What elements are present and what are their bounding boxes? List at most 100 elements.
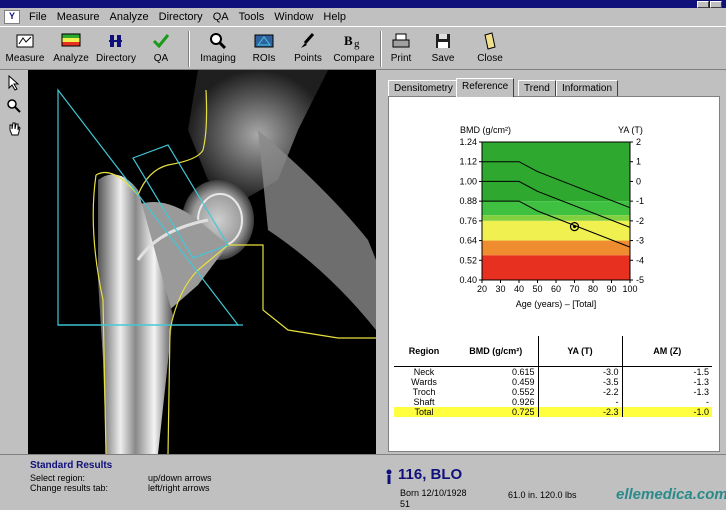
am-cell: -: [621, 397, 712, 407]
y-tick-label: 0.40: [459, 275, 477, 285]
table-row[interactable]: Neck 0.615 -3.0 -1.5: [394, 366, 712, 377]
y-right-tick-label: -3: [636, 236, 644, 246]
y-right-tick-label: -4: [636, 255, 644, 265]
x-tick-label: 50: [532, 284, 542, 294]
y-axis-label-right: YA (T): [618, 125, 643, 135]
bmd-cell: 0.459: [511, 377, 535, 387]
y-tick-label: 0.76: [459, 216, 477, 226]
reference-band: [482, 240, 630, 256]
hand-icon: [9, 122, 21, 136]
y-tick-label: 0.64: [459, 236, 477, 246]
menu-bar: Y File Measure Analyze Directory QA Tool…: [0, 8, 726, 26]
svg-text:g: g: [354, 38, 360, 50]
toolbar-separator: [188, 31, 190, 67]
floppy-disk-icon: [431, 31, 455, 51]
bmd-cell: 0.615: [511, 367, 535, 377]
app-icon[interactable]: Y: [4, 10, 20, 24]
title-bar: [0, 0, 726, 8]
tab-information[interactable]: Information: [556, 80, 619, 96]
magnifier-icon: [206, 31, 230, 51]
bmd-cell: 0.552: [511, 387, 535, 397]
am-cell: -1.5: [621, 366, 712, 377]
reference-band: [482, 220, 630, 241]
save-button[interactable]: Save: [428, 29, 458, 69]
hint-select-region-value: up/down arrows: [148, 473, 212, 483]
y-right-tick-label: -1: [636, 196, 644, 206]
reference-chart: 1.24 1.12 1.00 0.88 0.76 0.64 0.52 0.40 2 1 0 -1 -2 -…: [390, 120, 720, 320]
table-row[interactable]: Shaft 0.926 - -: [394, 397, 712, 407]
zoom-tool[interactable]: [4, 96, 24, 116]
ya-cell: -2.3: [537, 407, 622, 417]
left-toolbox: [0, 70, 29, 454]
measure-icon: [13, 31, 37, 51]
ya-cell: -3.0: [537, 366, 622, 377]
pointer-tool[interactable]: [4, 73, 24, 93]
header-ya: YA (T): [537, 336, 622, 367]
table-row-selected[interactable]: Total 0.725 -2.3 -1.0: [394, 407, 712, 417]
results-table-container: Region BMD (g/cm²) YA (T) AM (Z) Neck 0.…: [394, 336, 714, 452]
table-row[interactable]: Wards 0.459 -3.5 -1.3: [394, 377, 712, 387]
tab-reference[interactable]: Reference: [456, 78, 515, 97]
measure-button[interactable]: Measure: [4, 29, 46, 69]
print-button[interactable]: Print: [386, 29, 416, 69]
hint-select-region-key: Select region:: [30, 473, 86, 483]
menu-tools[interactable]: Tools: [234, 9, 270, 25]
hint-change-tab-value: left/right arrows: [148, 483, 210, 493]
am-cell: -1.3: [621, 387, 712, 397]
hint-change-tab-key: Change results tab:: [30, 483, 109, 493]
x-tick-label: 60: [551, 284, 561, 294]
y-right-tick-label: 1: [636, 157, 641, 167]
y-tick-label: 1.24: [459, 137, 477, 147]
arrow-pointer-icon: [8, 75, 20, 91]
qa-button[interactable]: QA: [142, 29, 180, 69]
menu-directory[interactable]: Directory: [154, 9, 208, 25]
region-cell: Total: [394, 407, 454, 417]
points-button[interactable]: Points: [290, 29, 326, 69]
menu-analyze[interactable]: Analyze: [105, 9, 154, 25]
x-tick-label: 90: [606, 284, 616, 294]
x-axis-label: Age (years) – [Total]: [516, 299, 597, 309]
results-table: Region BMD (g/cm²) YA (T) AM (Z) Neck 0.…: [394, 336, 712, 417]
imaging-button[interactable]: Imaging: [196, 29, 240, 69]
menu-qa[interactable]: QA: [208, 9, 234, 25]
directory-button[interactable]: Directory: [94, 29, 138, 69]
brush-icon: [296, 31, 320, 51]
bmd-cell: 0.926: [511, 397, 535, 407]
table-row[interactable]: Troch 0.552 -2.2 -1.3: [394, 387, 712, 397]
y-right-tick-label: -2: [636, 216, 644, 226]
menu-help[interactable]: Help: [318, 9, 351, 25]
bmd-cell: 0.725: [454, 407, 538, 417]
tab-densitometry[interactable]: Densitometry: [388, 80, 459, 96]
svg-text:B: B: [344, 33, 353, 48]
compare-button[interactable]: Bg Compare: [332, 29, 376, 69]
y-tick-label: 0.52: [459, 255, 477, 265]
menu-measure[interactable]: Measure: [52, 9, 105, 25]
menu-window[interactable]: Window: [269, 9, 318, 25]
rois-button[interactable]: ROIs: [246, 29, 282, 69]
am-cell: -1.3: [621, 377, 712, 387]
pan-tool[interactable]: [4, 119, 24, 139]
y-right-tick-label: 0: [636, 176, 641, 186]
patient-height-weight: 61.0 in. 120.0 lbs: [508, 490, 577, 500]
close-button[interactable]: Close: [474, 29, 506, 69]
x-tick-label: 100: [622, 284, 637, 294]
analyze-button[interactable]: Analyze: [50, 29, 92, 69]
y-tick-label: 1.12: [459, 157, 477, 167]
minimize-button[interactable]: [697, 1, 709, 8]
x-tick-label: 80: [588, 284, 598, 294]
document-close-icon: [478, 31, 502, 51]
tab-trend[interactable]: Trend: [518, 80, 556, 96]
watermark: ellemedica.com: [616, 486, 726, 503]
region-cell: Troch: [412, 387, 436, 397]
maximize-button[interactable]: [710, 1, 722, 8]
reference-band: [482, 201, 630, 216]
header-bmd: BMD (g/cm²): [454, 336, 538, 367]
compare-icon: Bg: [342, 31, 366, 51]
reference-band: [482, 255, 630, 280]
patient-id-name: 116, BLO: [398, 466, 463, 483]
toolbar: Measure Analyze Directory QA Imaging ROI…: [0, 26, 726, 70]
dxa-scan-image[interactable]: [28, 70, 376, 454]
toolbar-separator: [380, 31, 382, 67]
menu-file[interactable]: File: [24, 9, 52, 25]
patient-icon: [384, 469, 394, 488]
